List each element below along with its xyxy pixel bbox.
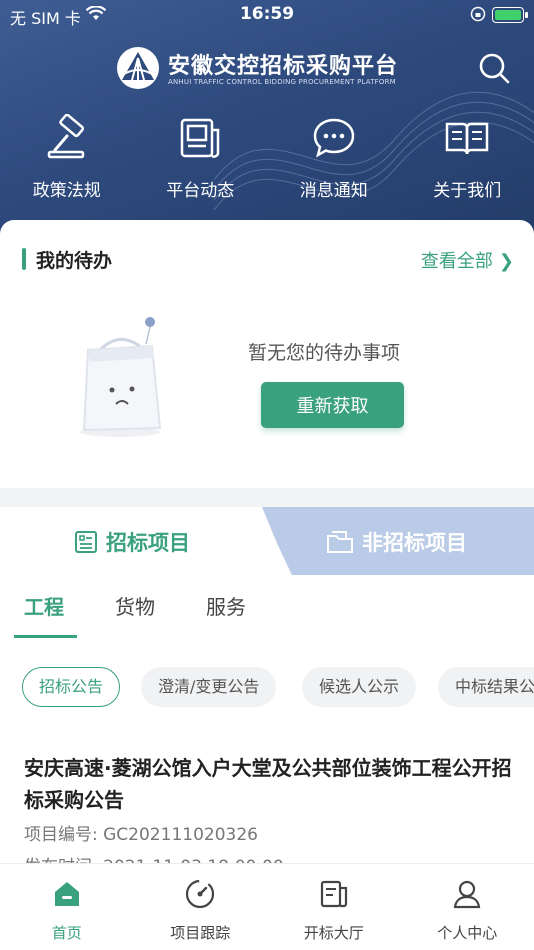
platform-brand: 安徽交控招标采购平台 ANHUI TRAFFIC CONTROL BIDDING… (116, 44, 416, 94)
retry-button[interactable]: 重新获取 (261, 382, 404, 428)
folder-icon (327, 531, 353, 553)
view-all-link[interactable]: 查看全部 ❯ (421, 247, 514, 273)
battery-icon (492, 7, 528, 23)
clipboard-list-icon (75, 531, 97, 553)
tracking-gauge-icon (186, 879, 215, 909)
chip-clarification-notice[interactable]: 澄清/变更公告 (141, 667, 277, 707)
notice-title: 安庆高速·菱湖公馆入户大堂及公共部位装饰工程公开招标采购公告 (24, 756, 512, 812)
todo-heading: 我的待办 (36, 250, 113, 272)
quick-link-label: 消息通知 (299, 181, 368, 201)
project-type-tabs: 招标项目 非招标项目 (0, 507, 534, 575)
nav-label: 项目跟踪 (170, 924, 231, 942)
quick-link-about[interactable]: 关于我们 (401, 110, 534, 201)
quick-links: 政策法规 平台动态 消息通知 关于我们 (0, 110, 534, 201)
platform-title: 安徽交控招标采购平台 (168, 54, 399, 79)
nav-label: 首页 (51, 924, 82, 942)
chip-bidding-notice[interactable]: 招标公告 (22, 667, 121, 707)
category-tabs: 工程 货物 服务 (0, 591, 534, 639)
section-accent-bar (22, 248, 26, 270)
nav-home[interactable]: 首页 (0, 864, 134, 950)
nav-label: 开标大厅 (303, 924, 364, 942)
view-all-label: 查看全部 (420, 251, 493, 272)
chat-bubble-icon (313, 118, 355, 158)
empty-bag-illustration (80, 317, 162, 437)
clock: 16:59 (239, 4, 295, 24)
quick-link-label: 政策法规 (32, 181, 101, 201)
projects-panel: 招标项目 非招标项目 工程 货物 服务 招标公告 澄清/变更公告 候选人公示 中… (0, 507, 534, 863)
chip-award-result-notice[interactable]: 中标结果公 (438, 667, 534, 707)
category-tab-services[interactable]: 服务 (206, 591, 246, 620)
chevron-right-icon: ❯ (498, 251, 514, 272)
nav-project-tracking[interactable]: 项目跟踪 (134, 864, 268, 950)
home-icon (54, 882, 79, 906)
tab-non-bidding-projects[interactable]: 非招标项目 (326, 527, 467, 557)
platform-logo-icon (117, 47, 159, 89)
chip-candidate-notice[interactable]: 候选人公示 (302, 667, 417, 707)
search-icon[interactable] (476, 50, 512, 86)
user-icon (454, 880, 481, 909)
quick-link-label: 关于我们 (433, 181, 502, 201)
status-bar: 无 SIM 卡 16:59 (0, 0, 534, 30)
active-category-indicator (14, 635, 77, 638)
publish-time: 发布时间: 2021-11-03 18:00:00 (24, 854, 524, 863)
list-item[interactable]: 安庆高速·菱湖公馆入户大堂及公共部位装饰工程公开招标采购公告 项目编号: GC2… (24, 752, 524, 863)
header-banner: 无 SIM 卡 16:59 安徽交控招标采购平台 ANHUI TRAFFIC C… (0, 0, 534, 240)
quick-link-messages[interactable]: 消息通知 (267, 110, 401, 201)
newspaper-icon (181, 118, 220, 158)
nav-label: 个人中心 (437, 924, 498, 942)
nav-personal-center[interactable]: 个人中心 (401, 864, 534, 950)
tab-bidding-projects[interactable]: 招标项目 (74, 527, 190, 557)
category-tab-goods[interactable]: 货物 (115, 591, 155, 620)
empty-todo-message: 暂无您的待办事项 (248, 342, 401, 364)
nav-bid-opening-hall[interactable]: 开标大厅 (267, 864, 401, 950)
platform-subtitle: ANHUI TRAFFIC CONTROL BIDDING PROCUREMEN… (168, 78, 396, 86)
quick-link-label: 平台动态 (166, 181, 235, 201)
my-todo-card: 我的待办 查看全部 ❯ 暂无您的待办事项 重新获取 (0, 220, 534, 488)
gavel-icon (47, 113, 84, 159)
orientation-lock-icon (470, 6, 486, 22)
tab-label: 非招标项目 (362, 531, 467, 555)
bottom-navigation: 首页 项目跟踪 开标大厅 个人中心 (0, 863, 534, 950)
quick-link-policy[interactable]: 政策法规 (0, 110, 134, 201)
open-book-icon (446, 122, 489, 155)
category-tab-engineering[interactable]: 工程 (24, 591, 64, 620)
tab-label: 招标项目 (106, 531, 190, 555)
quick-link-news[interactable]: 平台动态 (134, 110, 268, 201)
notice-type-filters: 招标公告 澄清/变更公告 候选人公示 中标结果公 (0, 667, 534, 711)
document-board-icon (320, 880, 347, 908)
project-number: 项目编号: GC202111020326 (24, 825, 258, 845)
